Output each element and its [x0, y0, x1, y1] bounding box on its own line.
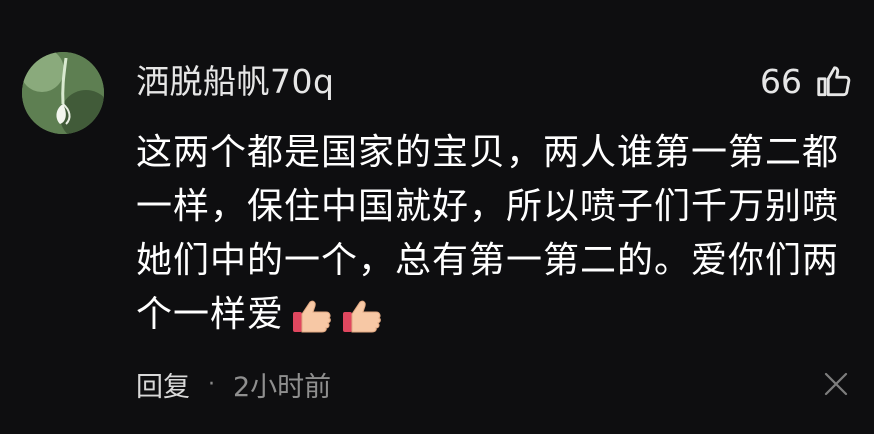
comment-card: 洒脱船帆70q 66 这两个都是国家的宝贝，两人谁第一第二都一样，保住中国就好，… — [0, 0, 874, 434]
emoji-group — [290, 294, 384, 338]
username[interactable]: 洒脱船帆70q — [136, 58, 334, 106]
separator-dot: · — [208, 371, 215, 397]
close-icon[interactable] — [822, 370, 850, 398]
reply-button[interactable]: 回复 — [136, 365, 190, 404]
thumbs-up-icon[interactable] — [814, 63, 852, 101]
thumbs-up-emoji-icon — [340, 294, 384, 338]
comment-footer: 回复 · 2小时前 — [136, 360, 331, 408]
timestamp: 2小时前 — [233, 371, 332, 403]
comment-text-block: 这两个都是国家的宝贝，两人谁第一第二都一样，保住中国就好，所以喷子们千万别喷她们… — [136, 126, 848, 342]
comment-text: 这两个都是国家的宝贝，两人谁第一第二都一样，保住中国就好，所以喷子们千万别喷她们… — [136, 132, 840, 335]
like-area[interactable]: 66 — [760, 58, 852, 106]
like-count: 66 — [760, 62, 802, 101]
snowdrop-flower-icon — [22, 52, 104, 134]
thumbs-up-emoji-icon — [290, 294, 334, 338]
avatar[interactable] — [22, 52, 104, 134]
